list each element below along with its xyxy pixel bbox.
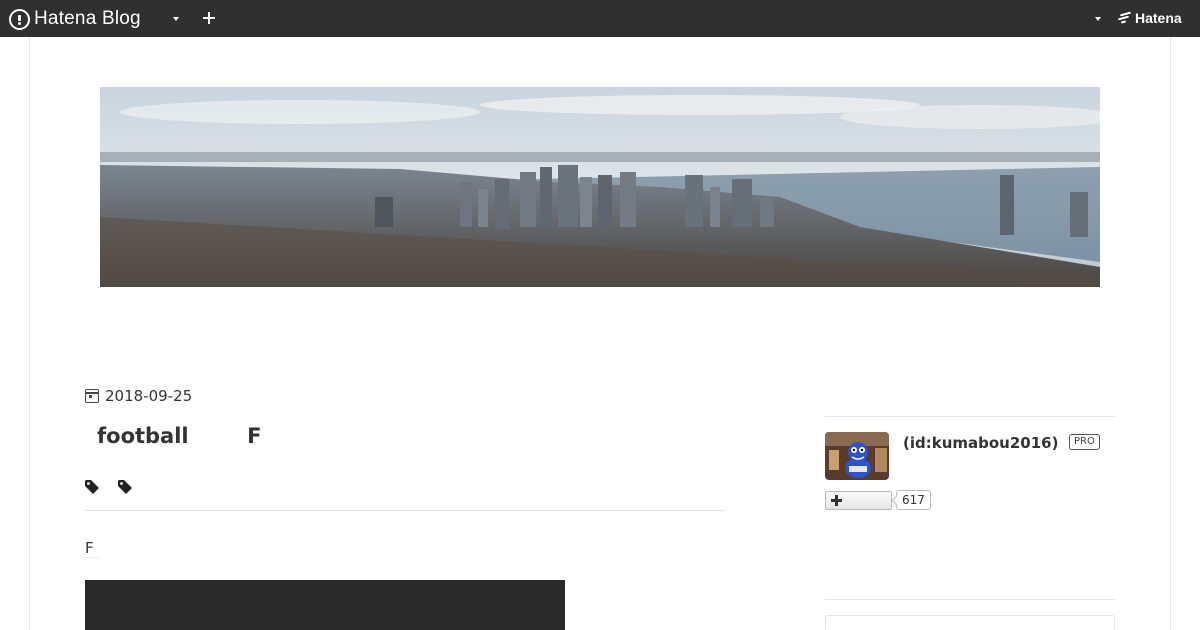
hatena-logo-icon bbox=[1117, 11, 1132, 24]
follow-button[interactable] bbox=[825, 491, 892, 510]
hatena-blog-home-link[interactable]: Hatena Blog bbox=[9, 7, 141, 31]
tag-icon[interactable] bbox=[118, 479, 133, 494]
user-id[interactable]: (id:kumabou2016) bbox=[903, 434, 1058, 452]
entry-date-label: 2018-09-25 bbox=[105, 387, 193, 405]
chevron-down-icon[interactable] bbox=[1095, 17, 1101, 21]
brand-label: Hatena Blog bbox=[34, 8, 141, 29]
hatena-label: Hatena bbox=[1135, 10, 1182, 26]
hatena-account-link[interactable]: Hatena bbox=[1117, 10, 1182, 26]
skyline-photo bbox=[100, 87, 1100, 287]
embedded-video[interactable] bbox=[85, 580, 565, 630]
plus-icon bbox=[831, 495, 842, 506]
global-header: Hatena Blog Hatena bbox=[0, 0, 1200, 37]
entry-date[interactable]: 2018-09-25 bbox=[85, 387, 192, 405]
entry-divider bbox=[85, 510, 725, 511]
blog-header-image[interactable] bbox=[100, 87, 1100, 287]
pro-badge: PRO bbox=[1069, 434, 1100, 450]
chevron-down-icon[interactable] bbox=[173, 17, 179, 21]
sidebar-divider bbox=[825, 599, 1115, 600]
plus-icon[interactable] bbox=[203, 12, 215, 24]
sidebar-divider bbox=[825, 416, 1115, 417]
avatar[interactable] bbox=[825, 432, 889, 480]
entry-title[interactable]: football F bbox=[97, 424, 261, 448]
tag-icon[interactable] bbox=[85, 479, 100, 494]
calendar-icon bbox=[85, 389, 99, 403]
follower-count[interactable]: 617 bbox=[896, 490, 931, 510]
sidebar-module bbox=[825, 615, 1115, 630]
hatena-blog-logo-icon bbox=[9, 8, 30, 30]
entry-body-text: F bbox=[85, 539, 100, 558]
